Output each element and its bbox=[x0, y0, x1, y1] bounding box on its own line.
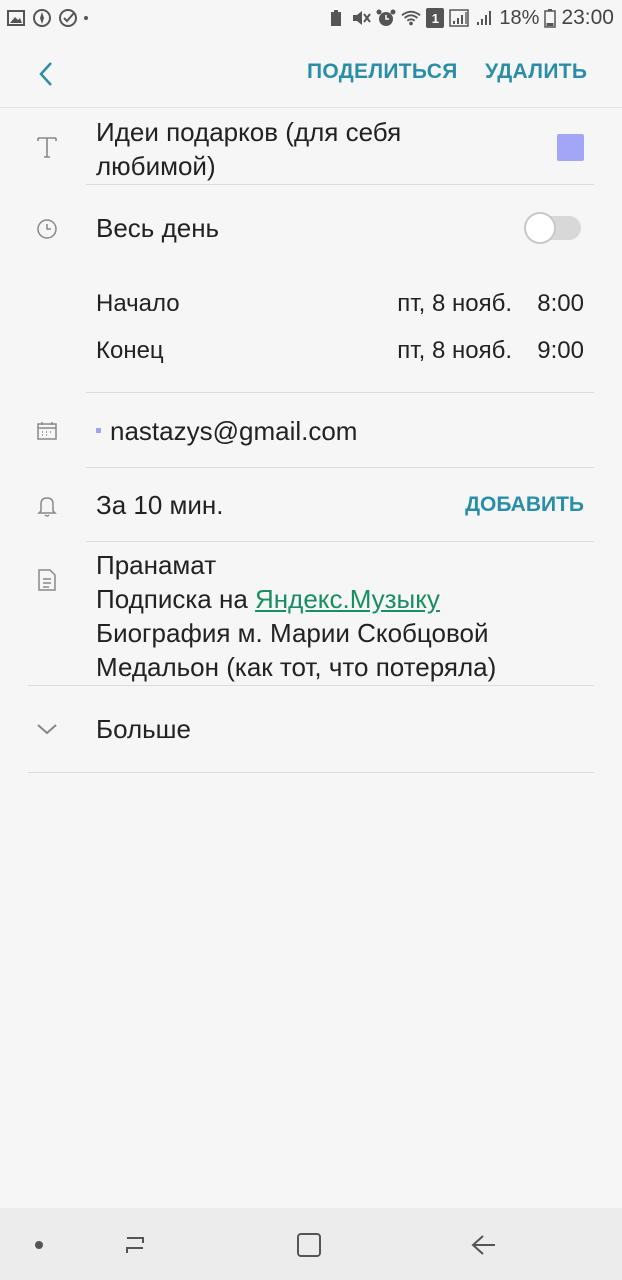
add-reminder-button[interactable]: ДОБАВИТЬ bbox=[465, 493, 584, 517]
text-format-icon bbox=[34, 134, 60, 160]
nav-back-button[interactable] bbox=[468, 1230, 498, 1260]
sim-slot-number: 1 bbox=[431, 10, 440, 26]
signal-icon-sim2 bbox=[474, 8, 494, 28]
all-day-toggle[interactable] bbox=[524, 212, 581, 244]
event-title[interactable]: Идеи подарков (для себя любимой) bbox=[96, 115, 401, 183]
calendar-color-dot bbox=[96, 428, 101, 433]
yandex-music-link[interactable]: Яндекс.Музыку bbox=[255, 584, 440, 614]
calendar-account[interactable]: nastazys@gmail.com bbox=[110, 416, 357, 447]
mute-icon bbox=[351, 8, 372, 28]
end-time[interactable]: 9:00 bbox=[537, 337, 584, 365]
notes-line-4: Медальон (как тот, что потеряла) bbox=[96, 652, 497, 682]
bell-icon bbox=[34, 493, 60, 519]
reminder-value[interactable]: За 10 мин. bbox=[96, 490, 224, 521]
battery-percent: 18% bbox=[499, 6, 540, 29]
toggle-knob bbox=[524, 212, 556, 244]
divider bbox=[28, 685, 594, 686]
end-label: Конец bbox=[96, 337, 164, 364]
back-arrow-icon bbox=[471, 1235, 495, 1255]
divider bbox=[86, 541, 594, 542]
notes-line-2-prefix: Подписка на bbox=[96, 584, 256, 614]
event-notes[interactable]: Пранамат Подписка на Яндекс.Музыку Биогр… bbox=[96, 548, 496, 684]
share-button[interactable]: ПОДЕЛИТЬСЯ bbox=[307, 60, 458, 84]
signal-icon-sim1 bbox=[449, 8, 470, 28]
compass-notification-icon bbox=[32, 8, 52, 28]
recent-apps-icon bbox=[126, 1237, 144, 1253]
end-row[interactable]: Конец пт, 8 нояб. 9:00 bbox=[96, 337, 584, 367]
chevron-down-icon bbox=[34, 716, 60, 742]
home-icon bbox=[297, 1233, 321, 1257]
start-date[interactable]: пт, 8 нояб. bbox=[397, 290, 512, 318]
notes-icon bbox=[34, 567, 60, 593]
more-notifications-dot bbox=[84, 16, 88, 20]
wifi-icon bbox=[401, 8, 422, 28]
start-row[interactable]: Начало пт, 8 нояб. 8:00 bbox=[96, 290, 584, 320]
divider bbox=[86, 467, 594, 468]
divider bbox=[86, 392, 594, 393]
divider bbox=[86, 184, 594, 185]
recent-apps-button[interactable] bbox=[120, 1230, 150, 1260]
clock-icon bbox=[34, 216, 60, 242]
system-navigation-bar bbox=[0, 1208, 622, 1280]
notes-line-1: Пранамат bbox=[96, 550, 217, 580]
sim-slot-icon: 1 bbox=[426, 8, 445, 28]
divider bbox=[28, 772, 594, 773]
delete-button[interactable]: УДАЛИТЬ bbox=[485, 60, 587, 84]
end-date[interactable]: пт, 8 нояб. bbox=[397, 337, 512, 365]
status-bar: 1 18% 23:00 bbox=[0, 0, 622, 38]
battery-icon bbox=[544, 8, 557, 28]
status-bar-left bbox=[6, 8, 88, 28]
all-day-label: Весь день bbox=[96, 213, 220, 243]
nav-dot-icon[interactable] bbox=[24, 1230, 54, 1260]
start-time[interactable]: 8:00 bbox=[537, 290, 584, 318]
back-button[interactable] bbox=[28, 56, 64, 92]
alarm-icon bbox=[376, 8, 396, 28]
battery-saver-icon bbox=[326, 8, 346, 28]
notes-line-3: Биография м. Марии Скобцовой bbox=[96, 618, 489, 648]
calendar-icon bbox=[34, 418, 60, 444]
notes-line-2: Подписка на Яндекс.Музыку bbox=[96, 582, 496, 616]
top-app-bar: ПОДЕЛИТЬСЯ УДАЛИТЬ bbox=[0, 38, 622, 108]
more-button[interactable]: Больше bbox=[96, 714, 191, 745]
clock-time: 23:00 bbox=[561, 6, 614, 29]
event-title-line1: Идеи подарков (для себя bbox=[96, 117, 402, 147]
check-circle-notification-icon bbox=[58, 8, 78, 28]
home-button[interactable] bbox=[294, 1230, 324, 1260]
status-bar-right: 1 18% 23:00 bbox=[326, 6, 614, 30]
start-label: Начало bbox=[96, 290, 180, 317]
event-title-line2: любимой) bbox=[96, 151, 216, 181]
event-color-picker[interactable] bbox=[557, 134, 584, 161]
gallery-notification-icon bbox=[6, 8, 26, 28]
chevron-left-icon bbox=[39, 62, 52, 86]
